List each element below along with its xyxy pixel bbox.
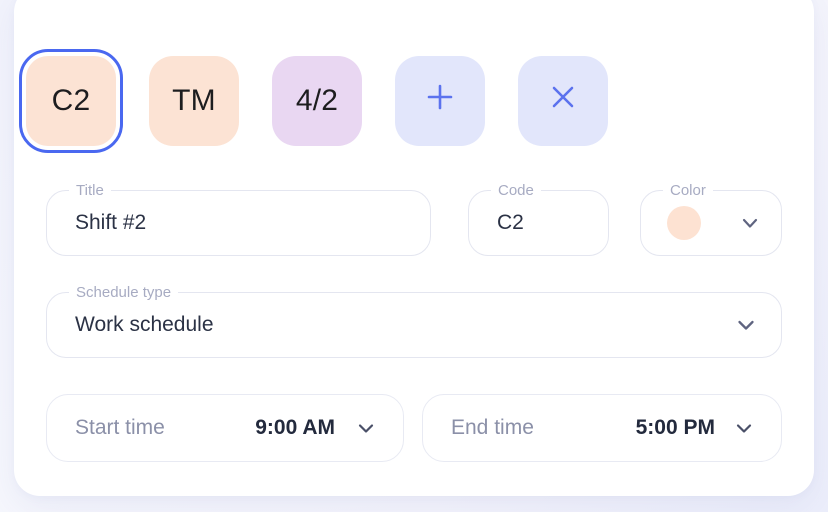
shift-chip-c2-label: C2 — [51, 84, 91, 117]
end-time-label: End time — [451, 416, 534, 439]
page-root: C2 TM 4/2 Title Shift #2 Code C2 Color S… — [0, 0, 828, 512]
schedule-type-label: Schedule type — [69, 284, 179, 302]
close-icon — [545, 79, 581, 123]
shift-chip-4-2-label: 4/2 — [295, 84, 339, 117]
shift-chip-c2[interactable]: C2 — [19, 49, 123, 153]
color-field[interactable]: Color — [640, 182, 782, 256]
plus-icon — [422, 79, 458, 123]
remove-shift-button[interactable] — [518, 56, 608, 146]
color-field-label: Color — [663, 182, 713, 200]
shift-chip-row: C2 TM 4/2 — [19, 49, 608, 153]
code-field-label: Code — [491, 182, 541, 200]
title-field-label: Title — [69, 182, 111, 200]
chevron-down-icon[interactable] — [735, 314, 757, 336]
schedule-type-value: Work schedule — [75, 313, 214, 336]
title-field[interactable]: Title Shift #2 — [46, 182, 431, 256]
color-swatch[interactable] — [667, 206, 701, 240]
add-shift-button[interactable] — [395, 56, 485, 146]
shift-chip-tm[interactable]: TM — [149, 56, 239, 146]
shift-chip-tm-label: TM — [172, 84, 216, 117]
chevron-down-icon[interactable] — [355, 417, 377, 439]
chevron-down-icon[interactable] — [739, 212, 761, 234]
end-time-picker[interactable]: End time 5:00 PM — [422, 394, 782, 462]
start-time-picker[interactable]: Start time 9:00 AM — [46, 394, 404, 462]
start-time-value: 9:00 AM — [255, 416, 335, 439]
chevron-down-icon[interactable] — [733, 417, 755, 439]
shift-chip-4-2[interactable]: 4/2 — [272, 56, 362, 146]
schedule-type-select[interactable]: Schedule type Work schedule — [46, 284, 782, 358]
title-input[interactable]: Shift #2 — [75, 211, 146, 235]
start-time-label: Start time — [75, 416, 165, 439]
code-input[interactable]: C2 — [497, 211, 524, 235]
end-time-value: 5:00 PM — [635, 416, 715, 439]
code-field[interactable]: Code C2 — [468, 182, 609, 256]
